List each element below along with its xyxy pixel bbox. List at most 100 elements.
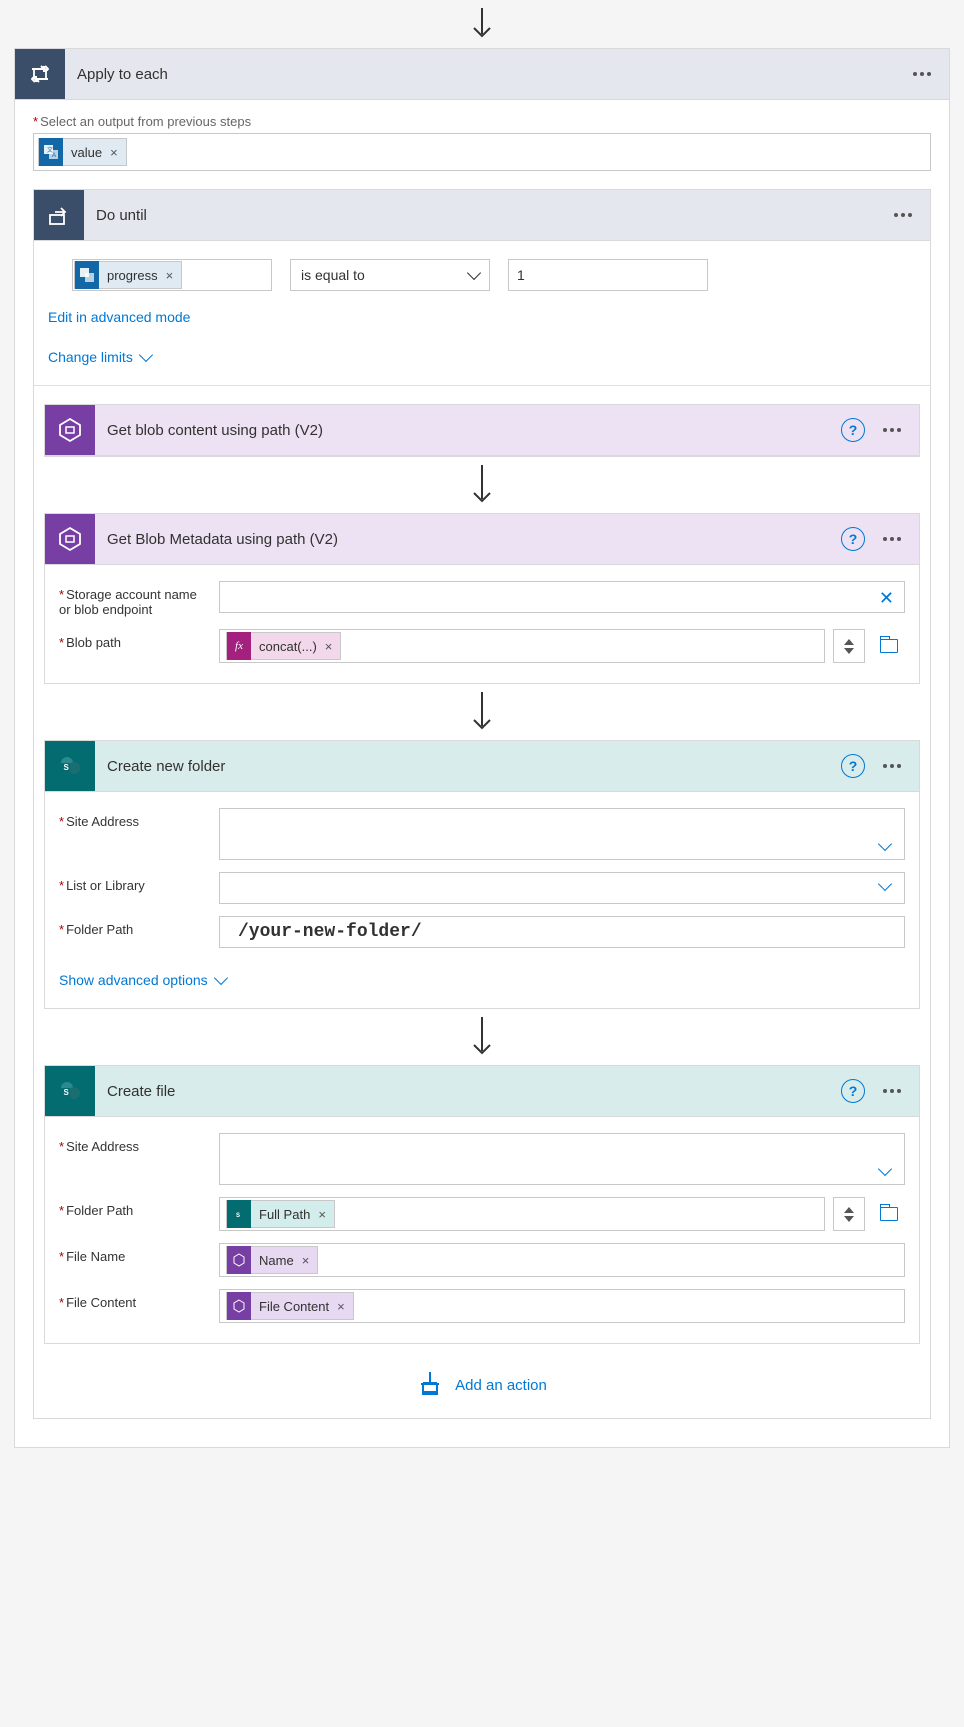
folder-picker-button[interactable] [873,1197,905,1231]
concat-token-chip[interactable]: fx concat(...) × [226,632,341,660]
up-icon [844,639,854,645]
param-label-folderpath: *Folder Path [59,1197,209,1218]
list-library-select[interactable] [219,872,905,904]
help-button[interactable]: ? [841,754,865,778]
fx-icon: fx [227,632,251,660]
arrow-connector [0,0,964,48]
blob-icon [227,1246,251,1274]
condition-operator-select[interactable]: is equal to [290,259,490,291]
folder-path-value: /your-new-folder/ [226,922,422,942]
loop-icon [15,49,65,99]
folder-path-input[interactable]: S Full Path × [219,1197,825,1231]
change-limits-link[interactable]: Change limits [44,331,920,371]
create-folder-card: S Create new folder ? *Site Address [44,740,920,1009]
edit-advanced-link[interactable]: Edit in advanced mode [44,291,920,331]
param-label-site: *Site Address [59,1133,209,1154]
sharepoint-icon: S [45,741,95,791]
output-token-field[interactable]: 文A value × [33,133,931,171]
menu-button[interactable] [877,416,919,444]
translate-icon [75,261,99,289]
add-action-button[interactable]: Add an action [44,1344,920,1408]
chevron-down-icon [878,877,892,891]
chevron-down-icon [139,348,153,362]
value-token-chip[interactable]: 文A value × [38,138,127,166]
blob-icon [45,405,95,455]
remove-chip-icon[interactable]: × [323,639,341,654]
condition-row: progress × is equal to 1 [44,259,920,291]
remove-chip-icon[interactable]: × [335,1299,353,1314]
menu-button[interactable] [877,752,919,780]
get-blob-metadata-header[interactable]: Get Blob Metadata using path (V2) ? [45,514,919,565]
help-button[interactable]: ? [841,527,865,551]
chevron-down-icon [214,971,228,985]
chevron-down-icon [878,1162,892,1176]
apply-to-each-title: Apply to each [65,66,907,83]
blob-icon [45,514,95,564]
remove-chip-icon[interactable]: × [164,268,182,283]
create-file-card: S Create file ? *Site Address [44,1065,920,1344]
svg-text:S: S [64,763,70,772]
remove-chip-icon[interactable]: × [108,145,126,160]
sharepoint-icon: S [45,1066,95,1116]
add-action-label: Add an action [455,1377,547,1394]
action-title: Get Blob Metadata using path (V2) [95,531,841,548]
chevron-down-icon [878,837,892,851]
site-address-select[interactable] [219,1133,905,1185]
get-blob-metadata-card: Get Blob Metadata using path (V2) ? *Sto… [44,513,920,684]
do-until-header[interactable]: Do until [34,190,930,241]
svg-text:S: S [236,1213,240,1219]
file-name-input[interactable]: Name × [219,1243,905,1277]
param-label-filecontent: *File Content [59,1289,209,1310]
arrow-connector [44,457,920,513]
menu-button[interactable] [877,1077,919,1105]
file-content-input[interactable]: File Content × [219,1289,905,1323]
param-label-site: *Site Address [59,808,209,829]
folder-icon [880,1207,898,1221]
menu-button[interactable] [877,525,919,553]
get-blob-content-header[interactable]: Get blob content using path (V2) ? [45,405,919,456]
help-button[interactable]: ? [841,418,865,442]
create-file-header[interactable]: S Create file ? [45,1066,919,1117]
chip-label: concat(...) [251,639,323,654]
sharepoint-icon: S [227,1200,251,1228]
down-icon [844,648,854,654]
action-title: Create file [95,1083,841,1100]
condition-left-input[interactable]: progress × [72,259,272,291]
fullpath-token-chip[interactable]: S Full Path × [226,1200,335,1228]
apply-to-each-header[interactable]: Apply to each [14,48,950,100]
blob-icon [227,1292,251,1320]
chip-label: File Content [251,1299,335,1314]
remove-chip-icon[interactable]: × [300,1253,318,1268]
param-label-storage: *Storage account name or blob endpoint [59,581,209,617]
create-folder-header[interactable]: S Create new folder ? [45,741,919,792]
folder-path-input[interactable]: /your-new-folder/ [219,916,905,948]
param-label-folderpath: *Folder Path [59,916,209,937]
blob-path-input[interactable]: fx concat(...) × [219,629,825,663]
param-label-list: *List or Library [59,872,209,893]
chip-label: progress [99,268,164,283]
name-token-chip[interactable]: Name × [226,1246,318,1274]
operator-value: is equal to [301,267,365,283]
do-until-title: Do until [84,207,888,224]
updown-button[interactable] [833,1197,865,1231]
up-icon [844,1207,854,1213]
updown-button[interactable] [833,629,865,663]
clear-icon[interactable]: ✕ [879,588,894,609]
chip-label: Name [251,1253,300,1268]
condition-right-input[interactable]: 1 [508,259,708,291]
remove-chip-icon[interactable]: × [316,1207,334,1222]
do-until-container: Do until progress × [33,189,931,1419]
show-advanced-link[interactable]: Show advanced options [59,954,905,994]
do-until-icon [34,190,84,240]
action-title: Get blob content using path (V2) [95,422,841,439]
svg-text:S: S [64,1088,70,1097]
menu-button[interactable] [907,60,949,88]
site-address-select[interactable] [219,808,905,860]
folder-picker-button[interactable] [873,629,905,663]
progress-token-chip[interactable]: progress × [74,261,182,289]
condition-right-value: 1 [517,267,525,283]
menu-button[interactable] [888,201,930,229]
storage-account-input[interactable]: ✕ [219,581,905,613]
filecontent-token-chip[interactable]: File Content × [226,1292,354,1320]
help-button[interactable]: ? [841,1079,865,1103]
